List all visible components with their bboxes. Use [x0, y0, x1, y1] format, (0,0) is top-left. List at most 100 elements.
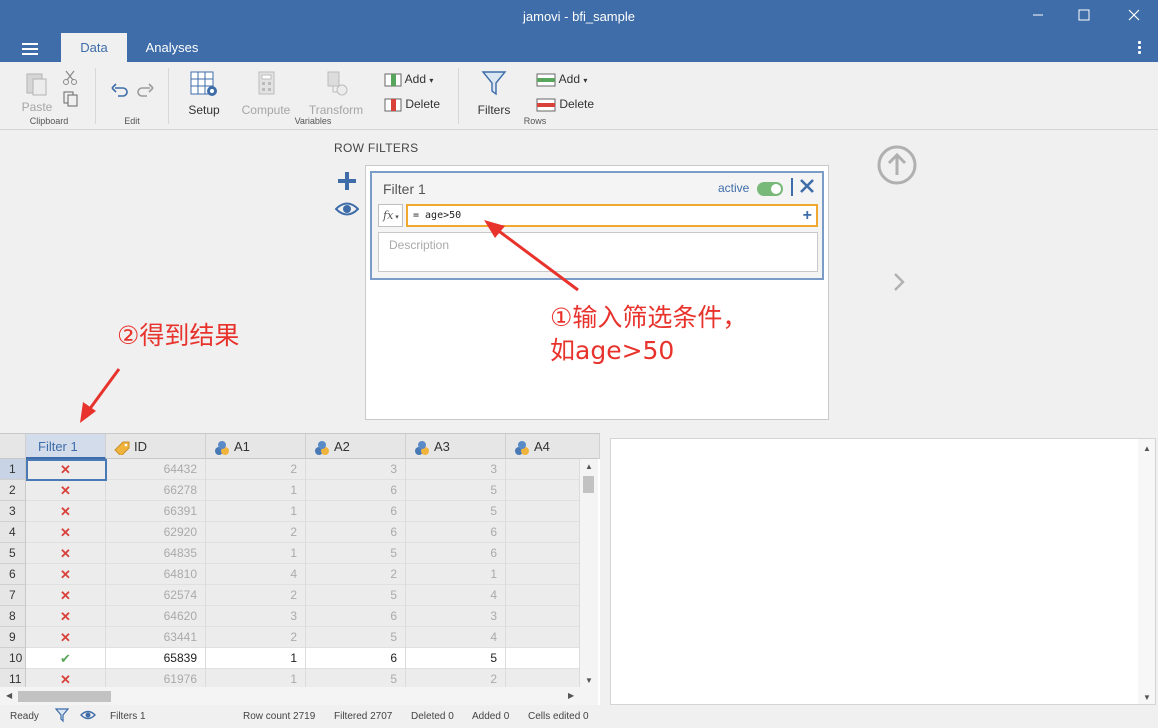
- status-eye-icon[interactable]: [80, 709, 96, 724]
- table-cell-a4[interactable]: [506, 606, 580, 627]
- table-cell-id[interactable]: 64810: [106, 564, 206, 585]
- table-cell-a4[interactable]: [506, 627, 580, 648]
- row-number[interactable]: 3: [0, 501, 26, 522]
- table-cell-a2[interactable]: 5: [306, 627, 406, 648]
- cross-icon[interactable]: ✕: [26, 627, 106, 648]
- table-cell-a3[interactable]: 1: [406, 564, 506, 585]
- scroll-up-icon[interactable]: ▲: [1143, 444, 1151, 453]
- cross-icon[interactable]: ✕: [26, 543, 106, 564]
- table-cell-id[interactable]: 64620: [106, 606, 206, 627]
- vertical-scrollbar[interactable]: ▲ ▼: [580, 459, 598, 687]
- scroll-right-icon[interactable]: ▶: [568, 691, 574, 700]
- table-cell-id[interactable]: 63441: [106, 627, 206, 648]
- table-cell-a1[interactable]: 2: [206, 627, 306, 648]
- table-cell-id[interactable]: 62920: [106, 522, 206, 543]
- row-number[interactable]: 1: [0, 459, 26, 480]
- row-number[interactable]: 7: [0, 585, 26, 606]
- column-header-a1[interactable]: A1: [206, 434, 306, 459]
- table-cell-a3[interactable]: 3: [406, 459, 506, 480]
- column-header-a2[interactable]: A2: [306, 434, 406, 459]
- scroll-down-icon[interactable]: ▼: [585, 676, 593, 685]
- column-header-a4[interactable]: A4: [506, 434, 600, 459]
- table-cell-a4[interactable]: [506, 564, 580, 585]
- table-cell-a2[interactable]: 6: [306, 522, 406, 543]
- cross-icon[interactable]: ✕: [26, 501, 106, 522]
- table-row[interactable]: ✕ 63441 2 5 4: [26, 627, 580, 648]
- table-cell-id[interactable]: 62574: [106, 585, 206, 606]
- table-row[interactable]: ✕ 64432 2 3 3: [26, 459, 580, 480]
- table-cell-a2[interactable]: 6: [306, 648, 406, 669]
- results-scrollbar[interactable]: ▲ ▼: [1138, 439, 1155, 704]
- cross-icon[interactable]: ✕: [26, 459, 106, 480]
- row-number[interactable]: 10: [0, 648, 26, 669]
- table-cell-a3[interactable]: 6: [406, 543, 506, 564]
- table-cell-a3[interactable]: 3: [406, 606, 506, 627]
- table-row[interactable]: ✔ 65839 1 6 5: [26, 648, 580, 669]
- table-cell-a4[interactable]: [506, 501, 580, 522]
- check-icon[interactable]: ✔: [26, 648, 106, 669]
- table-cell-a1[interactable]: 1: [206, 648, 306, 669]
- table-cell-a1[interactable]: 4: [206, 564, 306, 585]
- column-header-filter[interactable]: Filter 1: [26, 434, 106, 459]
- scroll-thumb[interactable]: [18, 691, 111, 702]
- table-cell-a3[interactable]: 4: [406, 585, 506, 606]
- cross-icon[interactable]: ✕: [26, 606, 106, 627]
- table-cell-id[interactable]: 64835: [106, 543, 206, 564]
- table-cell-a1[interactable]: 1: [206, 480, 306, 501]
- horizontal-scrollbar[interactable]: ◀ ▶: [0, 687, 598, 705]
- table-cell-a2[interactable]: 6: [306, 606, 406, 627]
- corner-cell[interactable]: [0, 434, 26, 459]
- table-cell-a3[interactable]: 6: [406, 522, 506, 543]
- column-header-id[interactable]: ID: [106, 434, 206, 459]
- table-cell-a2[interactable]: 5: [306, 585, 406, 606]
- scroll-left-icon[interactable]: ◀: [6, 691, 12, 700]
- status-funnel-icon[interactable]: [54, 708, 70, 726]
- table-cell-a1[interactable]: 2: [206, 522, 306, 543]
- cross-icon[interactable]: ✕: [26, 480, 106, 501]
- column-header-a3[interactable]: A3: [406, 434, 506, 459]
- table-cell-a2[interactable]: 2: [306, 564, 406, 585]
- table-cell-a1[interactable]: 1: [206, 501, 306, 522]
- table-cell-a4[interactable]: [506, 543, 580, 564]
- table-cell-a2[interactable]: 6: [306, 501, 406, 522]
- scroll-down-icon[interactable]: ▼: [1143, 693, 1151, 702]
- table-cell-a3[interactable]: 4: [406, 627, 506, 648]
- table-cell-id[interactable]: 65839: [106, 648, 206, 669]
- table-cell-a1[interactable]: 2: [206, 585, 306, 606]
- table-cell-a3[interactable]: 5: [406, 480, 506, 501]
- row-number[interactable]: 9: [0, 627, 26, 648]
- scroll-thumb[interactable]: [583, 476, 594, 493]
- table-cell-a4[interactable]: [506, 585, 580, 606]
- table-cell-a1[interactable]: 3: [206, 606, 306, 627]
- table-cell-id[interactable]: 66278: [106, 480, 206, 501]
- table-cell-a1[interactable]: 2: [206, 459, 306, 480]
- table-row[interactable]: ✕ 66278 1 6 5: [26, 480, 580, 501]
- row-number[interactable]: 2: [0, 480, 26, 501]
- scroll-up-icon[interactable]: ▲: [585, 462, 593, 471]
- table-cell-a4[interactable]: [506, 522, 580, 543]
- table-cell-a3[interactable]: 5: [406, 501, 506, 522]
- table-cell-a4[interactable]: [506, 648, 580, 669]
- table-cell-a4[interactable]: [506, 480, 580, 501]
- row-number[interactable]: 8: [0, 606, 26, 627]
- row-number[interactable]: 6: [0, 564, 26, 585]
- table-row[interactable]: ✕ 64620 3 6 3: [26, 606, 580, 627]
- row-number[interactable]: 5: [0, 543, 26, 564]
- row-number[interactable]: 4: [0, 522, 26, 543]
- table-cell-a3[interactable]: 5: [406, 648, 506, 669]
- table-row[interactable]: ✕ 64835 1 5 6: [26, 543, 580, 564]
- table-cell-a1[interactable]: 1: [206, 543, 306, 564]
- table-row[interactable]: ✕ 66391 1 6 5: [26, 501, 580, 522]
- table-row[interactable]: ✕ 64810 4 2 1: [26, 564, 580, 585]
- cross-icon[interactable]: ✕: [26, 585, 106, 606]
- table-cell-a2[interactable]: 6: [306, 480, 406, 501]
- table-row[interactable]: ✕ 62920 2 6 6: [26, 522, 580, 543]
- table-cell-a4[interactable]: [506, 459, 580, 480]
- table-cell-a2[interactable]: 3: [306, 459, 406, 480]
- cross-icon[interactable]: ✕: [26, 522, 106, 543]
- table-cell-id[interactable]: 66391: [106, 501, 206, 522]
- table-row[interactable]: ✕ 62574 2 5 4: [26, 585, 580, 606]
- cross-icon[interactable]: ✕: [26, 564, 106, 585]
- table-cell-a2[interactable]: 5: [306, 543, 406, 564]
- table-cell-id[interactable]: 64432: [106, 459, 206, 480]
